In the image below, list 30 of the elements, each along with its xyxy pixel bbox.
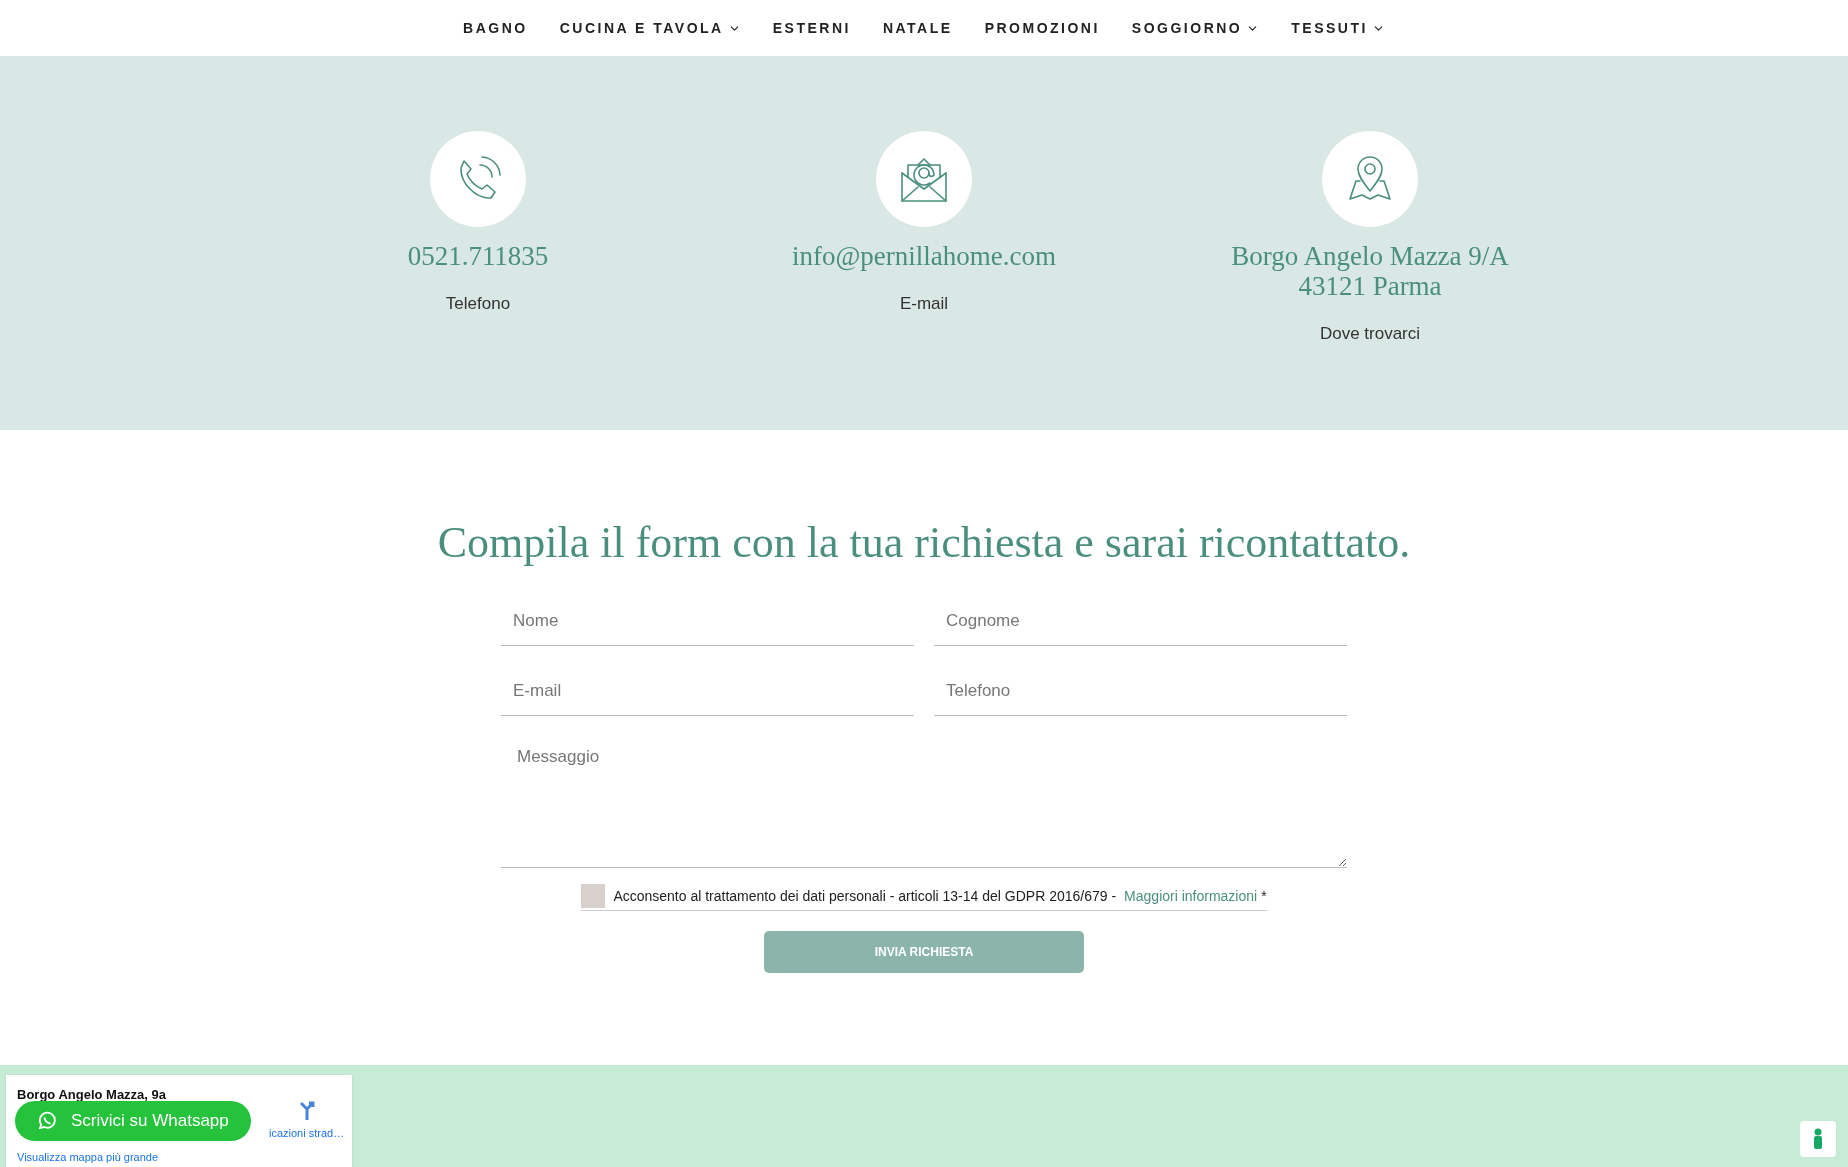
form-heading: Compila il form con la tua richiesta e sarai ricontattato. (437, 517, 1411, 569)
nav-link[interactable]: ESTERNI (772, 17, 851, 39)
nav-link[interactable]: SOGGIORNO (1131, 17, 1260, 39)
nav-link[interactable]: PROMOZIONI (984, 17, 1100, 39)
directions-icon (297, 1100, 316, 1121)
person-icon (1812, 1128, 1824, 1150)
input-field[interactable]: E-mail (501, 666, 914, 716)
input-field[interactable]: Nome (501, 596, 914, 646)
more-info-link[interactable]: Maggiori informazioni (1124, 885, 1258, 907)
contact-value: info@pernillahome.com (791, 241, 1056, 271)
nav-link[interactable]: NATALE (882, 17, 953, 39)
contact-label: Telefono (445, 293, 511, 315)
nav-link[interactable]: BAGNO (463, 17, 528, 39)
larger-map-link[interactable]: Visualizza mappa più grande (17, 1148, 159, 1165)
consent-checkbox[interactable] (581, 884, 606, 908)
contact-label: E-mail (899, 293, 949, 315)
required-mark: * (1261, 886, 1267, 906)
contact-label: Dove trovarci (1319, 323, 1421, 345)
whatsapp-icon (37, 1111, 57, 1131)
directions-link[interactable]: icazioni strad… (269, 1124, 345, 1141)
street-view-button[interactable] (1800, 1121, 1836, 1157)
contact-value: 0521.711835 (407, 241, 549, 271)
input-field[interactable]: Telefono (934, 666, 1347, 716)
contact-value: Borgo Angelo Mazza 9/A 43121 Parma (1231, 241, 1509, 301)
nav-link[interactable]: CUCINA E TAVOLA (559, 17, 741, 39)
place-name: Borgo Angelo Mazza, 9a (17, 1086, 168, 1104)
message-field[interactable]: Messaggio (501, 728, 1347, 868)
input-field[interactable]: Cognome (934, 596, 1347, 646)
nav-link[interactable]: TESSUTI (1291, 17, 1385, 39)
consent-text: Acconsento al trattamento dei dati personali - articoli 13-14 del GDPR 2016/679 - (613, 886, 1117, 906)
